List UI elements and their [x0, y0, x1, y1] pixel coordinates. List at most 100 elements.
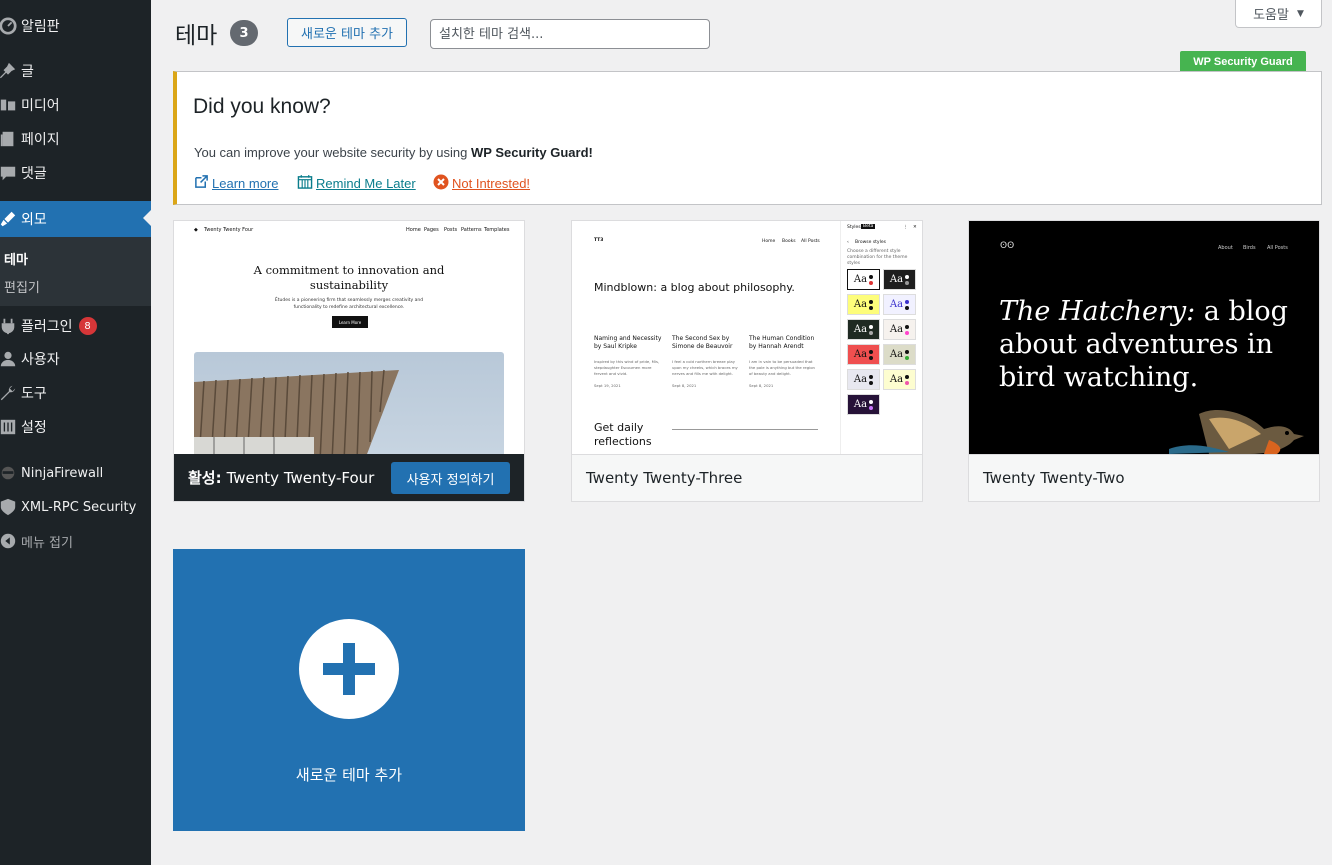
theme-screenshot[interactable]: TT3 Home Books All Posts Mindblown: a bl…	[572, 221, 922, 454]
preview-title: Mindblown: a blog about philosophy.	[594, 281, 795, 294]
help-label: 도움말	[1253, 8, 1289, 23]
not-interested-link[interactable]: Not Intrested!	[433, 174, 530, 193]
customize-button[interactable]: 사용자 정의하기	[391, 462, 510, 494]
plugin-icon	[0, 317, 21, 335]
submenu-item-themes[interactable]: 테마	[4, 249, 28, 268]
preview-footer-title: Get daily reflections	[594, 421, 652, 448]
preview-site-logo: ◆	[194, 227, 198, 233]
theme-card-twenty-twenty-three[interactable]: TT3 Home Books All Posts Mindblown: a bl…	[571, 220, 923, 502]
theme-name-bar: Twenty Twenty-Three	[572, 454, 922, 501]
style-swatch: Aa	[883, 269, 916, 290]
swatch-label: Aa	[889, 299, 904, 310]
sidebar-item-users[interactable]: 사용자	[0, 342, 151, 376]
sidebar-item-plugins[interactable]: 플러그인 8	[0, 309, 151, 343]
preview-post-excerpt: I feel a cold northern breeze play upon …	[672, 359, 738, 376]
preview-site-title: Twenty Twenty Four	[204, 227, 254, 233]
style-swatch: Aa	[847, 294, 880, 315]
preview-nav-item: Templates	[484, 227, 510, 233]
preview-nav-item: Home	[762, 239, 776, 244]
preview-divider	[672, 429, 818, 430]
notice-text: You can improve your website security by…	[194, 145, 593, 160]
sidebar-item-label: 알림판	[21, 19, 60, 35]
style-swatch: Aa	[883, 369, 916, 390]
swatch-label: Aa	[889, 349, 904, 360]
preview-nav-item: Home	[406, 227, 421, 233]
sidebar-item-label: 페이지	[21, 132, 60, 148]
sidebar-item-ninjafirewall[interactable]: NinjaFirewall	[0, 456, 151, 490]
learn-more-link[interactable]: Learn more	[194, 174, 278, 192]
theme-name: Twenty Twenty-Two	[983, 469, 1125, 487]
theme-screenshot[interactable]: ʘʘ About Birds All Posts The Hatchery: a…	[969, 221, 1319, 454]
preview-nav-item: About	[1218, 245, 1233, 251]
calendar-icon	[297, 174, 313, 192]
active-theme-bar: 활성: Twenty Twenty-Four 사용자 정의하기	[174, 454, 524, 501]
sidebar-item-comments[interactable]: 댓글	[0, 156, 151, 190]
media-icon	[0, 96, 21, 114]
wp-security-guard-tag: WP Security Guard	[1180, 51, 1306, 72]
panel-close-icon: ✕	[913, 225, 917, 230]
sidebar-item-label: XML-RPC Security	[21, 499, 137, 515]
collapse-menu-button[interactable]: 메뉴 접기	[0, 524, 151, 558]
pin-icon	[0, 62, 21, 80]
sidebar-item-label: 설정	[21, 420, 47, 436]
theme-screenshot[interactable]: ◆ Twenty Twenty Four Home Pages Posts Pa…	[174, 221, 524, 454]
panel-subtitle: Browse styles	[855, 240, 886, 245]
sidebar-item-label: 사용자	[21, 352, 60, 368]
sidebar-item-label: 댓글	[21, 166, 47, 182]
sidebar-item-pages[interactable]: 페이지	[0, 122, 151, 156]
style-swatch: Aa	[883, 294, 916, 315]
remind-later-link[interactable]: Remind Me Later	[297, 174, 416, 192]
style-swatch: Aa	[847, 319, 880, 340]
sidebar-item-label: 외모	[21, 212, 47, 228]
submenu-item-editor[interactable]: 편집기	[4, 277, 40, 296]
preview-subtext: Études is a pioneering firm that seamles…	[274, 298, 424, 310]
preview-button: Learn More	[332, 316, 368, 328]
comment-icon	[0, 164, 21, 182]
preview-post-excerpt: I am in vain to be persuaded that the po…	[749, 359, 815, 376]
panel-more-icon: ⋮	[903, 225, 908, 230]
swatch-label: Aa	[853, 324, 868, 335]
panel-title: Styles	[847, 225, 861, 230]
add-new-theme-card[interactable]: 새로운 테마 추가	[173, 549, 525, 831]
preview-nav-item: Posts	[444, 227, 458, 233]
sidebar-item-dashboard[interactable]: 알림판	[0, 9, 151, 43]
panel-description: Choose a different style combination for…	[847, 249, 908, 266]
notice-text-plugin: WP Security Guard!	[471, 145, 593, 160]
sidebar-item-xmlrpc-security[interactable]: XML-RPC Security	[0, 490, 151, 524]
style-swatch: Aa	[847, 369, 880, 390]
appearance-submenu: 테마 편집기	[0, 237, 151, 306]
tools-icon	[0, 384, 21, 402]
theme-card-twenty-twenty-four[interactable]: ◆ Twenty Twenty Four Home Pages Posts Pa…	[173, 220, 525, 502]
notice-title: Did you know?	[193, 95, 331, 118]
swatch-label: Aa	[889, 274, 904, 285]
sidebar-item-posts[interactable]: 글	[0, 54, 151, 88]
preview-site-title: TT3	[594, 238, 604, 243]
style-swatch: Aa	[847, 344, 880, 365]
add-new-theme-button[interactable]: 새로운 테마 추가	[287, 18, 407, 47]
search-themes-input[interactable]	[430, 19, 710, 49]
shield-icon	[0, 498, 21, 516]
preview-headline: A commitment to innovation and sustainab…	[253, 263, 445, 292]
notice-text-body: You can improve your website security by…	[194, 145, 471, 160]
preview-nav-item: Patterns	[461, 227, 482, 233]
sidebar-item-media[interactable]: 미디어	[0, 88, 151, 122]
sidebar-item-settings[interactable]: 설정	[0, 410, 151, 444]
panel-badge: Beta	[861, 224, 876, 229]
swatch-label: Aa	[853, 399, 868, 410]
caret-down-icon: ▼	[1296, 8, 1304, 19]
theme-name: Twenty Twenty-Three	[586, 469, 743, 487]
preview-post-title: Naming and Necessity by Saul Kripke	[594, 335, 662, 350]
preview-bird-illustration	[1169, 409, 1304, 454]
sidebar-item-tools[interactable]: 도구	[0, 376, 151, 410]
preview-nav-item: All Posts	[801, 239, 820, 244]
preview-logo-icon: ʘʘ	[1000, 241, 1015, 251]
sidebar-item-label: 메뉴 접기	[21, 535, 73, 551]
preview-post-date: Sept 8, 2021	[749, 383, 774, 388]
add-new-theme-label: 새로운 테마 추가	[295, 766, 403, 784]
theme-card-twenty-twenty-two[interactable]: ʘʘ About Birds All Posts The Hatchery: a…	[968, 220, 1320, 502]
sidebar-item-label: 도구	[21, 386, 47, 402]
preview-nav-item: All Posts	[1267, 245, 1288, 251]
swatch-label: Aa	[853, 299, 868, 310]
sidebar-item-appearance[interactable]: 외모	[0, 201, 151, 237]
help-button[interactable]: 도움말 ▼	[1235, 0, 1322, 28]
